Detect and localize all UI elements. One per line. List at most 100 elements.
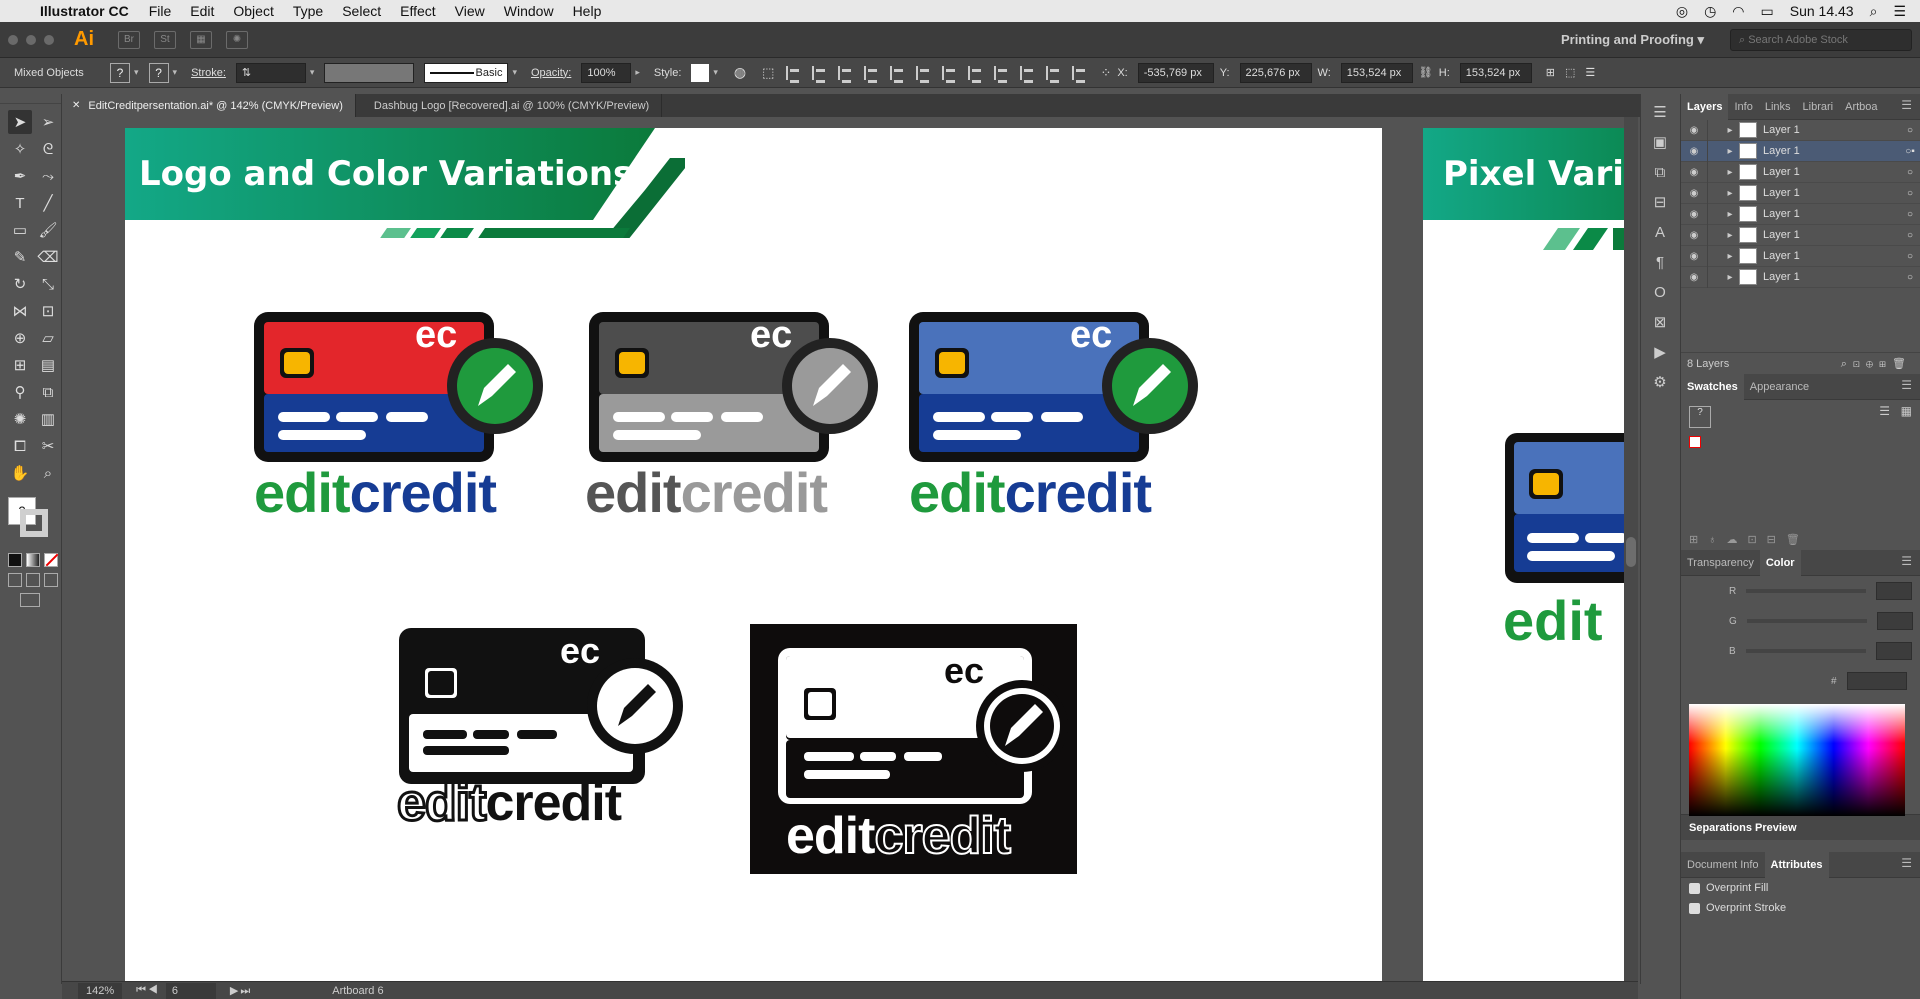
- eraser-tool-icon[interactable]: ⌫: [36, 245, 60, 269]
- tab-appearance[interactable]: Appearance: [1744, 374, 1815, 400]
- target-icon[interactable]: ○▪: [1900, 146, 1920, 157]
- target-icon[interactable]: ○: [1900, 125, 1920, 136]
- eye-icon[interactable]: ◉: [1681, 251, 1707, 262]
- layer-name[interactable]: Layer 1: [1763, 124, 1900, 136]
- chevron-down-icon[interactable]: ▾: [173, 67, 178, 78]
- fill-control[interactable]: ? ▾: [110, 62, 139, 83]
- mesh-tool-icon[interactable]: ⊞: [8, 353, 32, 377]
- stroke-label[interactable]: Stroke:: [191, 67, 226, 79]
- eye-icon[interactable]: ◉: [1681, 146, 1707, 157]
- target-icon[interactable]: ○: [1900, 209, 1920, 220]
- pen-tool-icon[interactable]: ✒: [8, 164, 32, 188]
- expand-icon[interactable]: ▸: [1721, 167, 1739, 178]
- stock-search-input[interactable]: ⌕ Search Adobe Stock: [1730, 28, 1912, 51]
- actions-icon[interactable]: ▶: [1647, 340, 1673, 364]
- canvas-area[interactable]: Logo and Color Variations ec editcredit …: [62, 117, 1624, 981]
- eye-icon[interactable]: ◉: [1681, 272, 1707, 283]
- layer-name[interactable]: Layer 1: [1763, 187, 1900, 199]
- links-icon[interactable]: ⊟: [1647, 190, 1673, 214]
- align-right-icon[interactable]: [838, 65, 852, 83]
- style-swatch[interactable]: [691, 63, 710, 82]
- distribute-right-icon[interactable]: [1072, 65, 1086, 83]
- menu-type[interactable]: Type: [293, 3, 323, 19]
- swatch-actions[interactable]: ⊞♁☁⊡⊟🗑: [1689, 533, 1810, 546]
- constrain-proportions-icon[interactable]: ⛓: [1419, 66, 1433, 79]
- stroke-swatch[interactable]: ?: [148, 62, 169, 83]
- document-tab[interactable]: ✕ EditCreditpersentation.ai* @ 142% (CMYK…: [62, 94, 356, 117]
- artboards-icon[interactable]: ⧉: [1647, 160, 1673, 184]
- stroke-weight-field[interactable]: ⇅: [235, 62, 306, 83]
- navigator-icon[interactable]: ▣: [1647, 130, 1673, 154]
- pathfinder-icon[interactable]: ⊠: [1647, 310, 1673, 334]
- layer-row[interactable]: ◉ ▸ Layer 1 ○: [1681, 119, 1920, 141]
- swatch-none[interactable]: [1689, 436, 1701, 448]
- chevron-down-icon[interactable]: ▾: [713, 67, 718, 78]
- tab-artboards[interactable]: Artboa: [1839, 94, 1883, 120]
- color-mode-icon[interactable]: [8, 553, 22, 567]
- chevron-right-icon[interactable]: ▸: [635, 67, 640, 78]
- symbol-sprayer-tool-icon[interactable]: ✺: [8, 407, 32, 431]
- transform-icon[interactable]: ⊞: [1546, 66, 1555, 79]
- layer-name[interactable]: Layer 1: [1763, 145, 1900, 157]
- hand-tool-icon[interactable]: ✋: [8, 461, 32, 485]
- layer-row[interactable]: ◉ ▸ Layer 1 ○: [1681, 182, 1920, 204]
- logo-red[interactable]: ec editcredit: [250, 308, 550, 528]
- menu-select[interactable]: Select: [342, 3, 381, 19]
- logo-blue[interactable]: ec editcredit: [905, 308, 1205, 528]
- menu-window[interactable]: Window: [504, 3, 554, 19]
- distribute-bottom-icon[interactable]: [994, 65, 1008, 83]
- blend-tool-icon[interactable]: ⧉: [36, 380, 60, 404]
- align-to-selection-icon[interactable]: ⬚: [762, 65, 774, 81]
- expand-icon[interactable]: ▸: [1721, 209, 1739, 220]
- layer-row[interactable]: ◉ ▸ Layer 1 ○: [1681, 266, 1920, 288]
- overprint-fill-row[interactable]: Overprint Fill: [1681, 878, 1920, 898]
- x-input[interactable]: -535,769 px: [1137, 62, 1214, 83]
- creative-cloud-icon[interactable]: ◎: [1676, 3, 1688, 20]
- distribute-vcenter-icon[interactable]: [968, 65, 982, 83]
- eye-icon[interactable]: ◉: [1681, 209, 1707, 220]
- target-icon[interactable]: ○: [1900, 272, 1920, 283]
- first-artboard-icon[interactable]: ⏮◀: [136, 984, 160, 997]
- h-input[interactable]: 153,524 px: [1459, 62, 1532, 83]
- align-bottom-icon[interactable]: [916, 65, 930, 83]
- menu-effect[interactable]: Effect: [400, 3, 436, 19]
- zoom-level[interactable]: 142%: [78, 982, 123, 999]
- clock[interactable]: Sun 14.43: [1790, 3, 1854, 19]
- lock-toggle[interactable]: [1707, 119, 1721, 141]
- chevron-down-icon[interactable]: ▾: [134, 67, 139, 78]
- display-icon[interactable]: ▭: [1761, 3, 1774, 20]
- channel-value[interactable]: [1875, 642, 1912, 660]
- collapse-icon[interactable]: ☰: [1647, 100, 1673, 124]
- h-field[interactable]: 153,524 px: [1459, 62, 1532, 83]
- align-left-icon[interactable]: [786, 65, 800, 83]
- arrange-documents-icon[interactable]: ▦: [190, 30, 212, 49]
- line-tool-icon[interactable]: ╱: [36, 191, 60, 215]
- layer-name[interactable]: Layer 1: [1763, 250, 1900, 262]
- eyedropper-tool-icon[interactable]: ⚲: [8, 380, 32, 404]
- tab-layers[interactable]: Layers: [1681, 93, 1729, 120]
- align-vcenter-icon[interactable]: [890, 65, 904, 83]
- recolor-artwork-icon[interactable]: ◍: [734, 64, 746, 81]
- none-mode-icon[interactable]: [44, 553, 59, 567]
- logo-gray[interactable]: ec editcredit: [585, 308, 885, 528]
- layer-row[interactable]: ◉ ▸ Layer 1 ○: [1681, 224, 1920, 246]
- graph-tool-icon[interactable]: ▥: [36, 407, 60, 431]
- gpu-performance-icon[interactable]: ✺: [226, 30, 248, 49]
- tab-info[interactable]: Info: [1728, 94, 1758, 120]
- expand-icon[interactable]: ▸: [1721, 188, 1739, 199]
- close-tab-icon[interactable]: ✕: [72, 100, 80, 111]
- list-view-icon[interactable]: ☰: [1879, 404, 1890, 418]
- character-icon[interactable]: A: [1647, 220, 1673, 244]
- y-field[interactable]: 225,676 px: [1239, 62, 1312, 83]
- eye-icon[interactable]: ◉: [1681, 188, 1707, 199]
- lock-toggle[interactable]: [1707, 224, 1721, 246]
- free-transform-tool-icon[interactable]: ⊡: [36, 299, 60, 323]
- vertical-scrollbar[interactable]: [1624, 117, 1638, 981]
- logo-black[interactable]: ec editcredit: [395, 628, 695, 834]
- target-icon[interactable]: ○: [1900, 167, 1920, 178]
- asset-export-icon[interactable]: ⚙: [1647, 370, 1673, 394]
- artboard[interactable]: Pixel Varia edit: [1423, 128, 1624, 981]
- overprint-stroke-checkbox[interactable]: [1689, 902, 1700, 914]
- lock-toggle[interactable]: [1707, 140, 1721, 162]
- bridge-button[interactable]: Br: [118, 30, 140, 49]
